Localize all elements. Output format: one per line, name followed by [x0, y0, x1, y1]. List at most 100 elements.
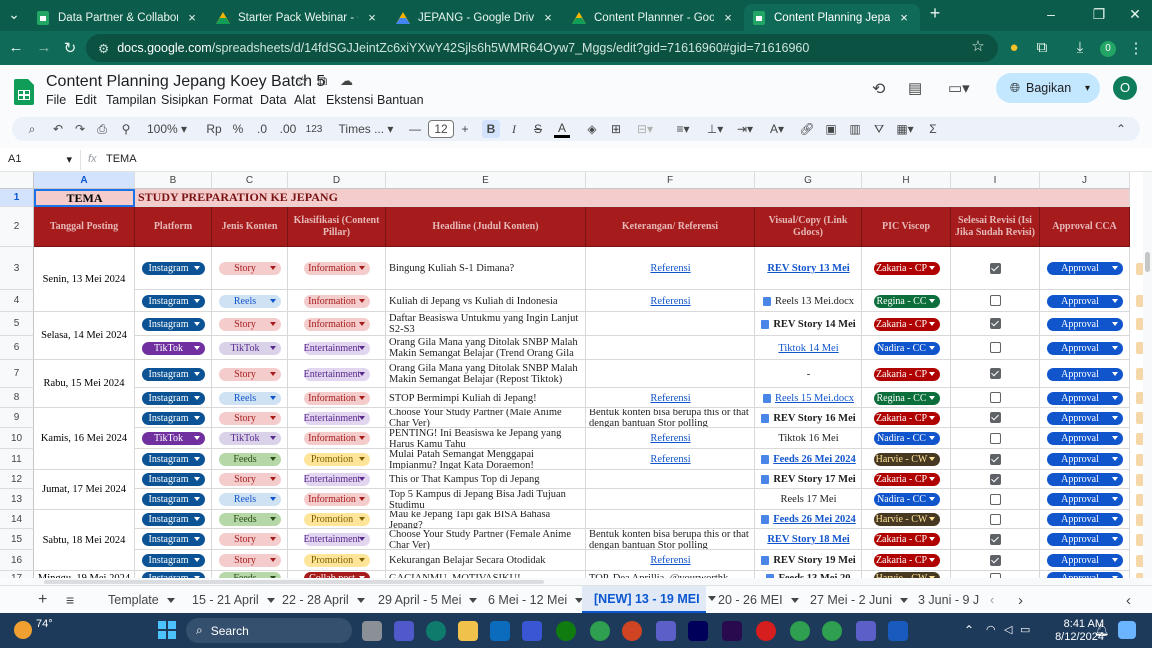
- reference-cell[interactable]: [589, 361, 752, 387]
- search-menus-icon[interactable]: ⌕: [24, 120, 40, 138]
- menu-view[interactable]: Tampilan: [106, 93, 156, 107]
- content-type-chip[interactable]: Story: [219, 262, 281, 275]
- more-vert-icon[interactable]: ⋮: [1126, 39, 1146, 57]
- bold-button[interactable]: B: [482, 120, 500, 138]
- explore-icon[interactable]: ‹: [1126, 586, 1131, 614]
- increase-decimal-button[interactable]: .00: [276, 120, 300, 138]
- platform-chip[interactable]: Instagram: [142, 453, 205, 466]
- windows-start-icon[interactable]: [158, 621, 176, 639]
- platform-chip[interactable]: Instagram: [142, 554, 205, 567]
- filter-views-icon[interactable]: ▦▾: [892, 120, 918, 138]
- revision-checkbox[interactable]: [989, 432, 1001, 444]
- visual-copy-cell[interactable]: Feeds 26 Mei 2024: [757, 510, 860, 529]
- after-effects-icon[interactable]: [688, 621, 708, 641]
- row-header[interactable]: 4: [0, 290, 34, 312]
- strikethrough-button[interactable]: S: [530, 120, 546, 138]
- file-explorer-icon[interactable]: [458, 621, 478, 641]
- sheet-tab-active[interactable]: [NEW] 13 - 19 MEI: [582, 586, 716, 614]
- text-wrap-icon[interactable]: ⇥▾: [732, 120, 758, 138]
- menu-format[interactable]: Format: [213, 93, 253, 107]
- row-header[interactable]: 1: [0, 189, 34, 207]
- revision-checkbox[interactable]: [989, 318, 1001, 329]
- approval-chip[interactable]: Approval: [1047, 493, 1123, 506]
- powerpoint-icon[interactable]: [622, 621, 642, 641]
- row-header[interactable]: 7: [0, 360, 34, 388]
- share-button[interactable]: 🌐︎ Bagikan ▾: [996, 73, 1100, 103]
- vertical-scrollbar[interactable]: [1143, 172, 1152, 578]
- row-header[interactable]: 14: [0, 510, 34, 529]
- pic-chip[interactable]: Zakaria - CP: [873, 367, 940, 381]
- font-size-increase-button[interactable]: +: [458, 120, 472, 138]
- task-view-icon[interactable]: [362, 621, 382, 641]
- row-header[interactable]: 2: [0, 207, 34, 247]
- approval-chip[interactable]: Approval: [1047, 341, 1123, 355]
- meet-icon[interactable]: ▭▾: [948, 79, 970, 97]
- visual-copy-cell[interactable]: Reels 13 Mei.docx: [757, 290, 860, 312]
- visual-copy-cell[interactable]: REV Story 16 Mei: [757, 408, 860, 428]
- approval-chip[interactable]: Approval: [1047, 317, 1123, 331]
- bookmark-star-icon[interactable]: ☆: [968, 37, 988, 55]
- revision-checkbox[interactable]: [989, 554, 1001, 566]
- headline-cell[interactable]: This or That Kampus Top di Jepang: [389, 471, 583, 488]
- approval-chip[interactable]: Approval: [1047, 262, 1123, 275]
- next-column-chip[interactable]: [1136, 533, 1143, 546]
- approval-chip[interactable]: Approval: [1047, 391, 1123, 405]
- next-column-chip[interactable]: [1136, 318, 1143, 330]
- headline-cell[interactable]: Daftar Beasiswa Untukmu yang Ingin Lanju…: [389, 313, 583, 335]
- content-type-chip[interactable]: Story: [219, 554, 281, 567]
- visual-copy-cell[interactable]: REV Story 13 Mei: [757, 247, 860, 290]
- teams-app-icon[interactable]: [656, 621, 676, 641]
- scrollbar-thumb[interactable]: [44, 580, 544, 584]
- revision-checkbox[interactable]: [989, 493, 1001, 505]
- approval-chip[interactable]: Approval: [1047, 432, 1123, 445]
- content-type-chip[interactable]: Story: [219, 367, 281, 381]
- revision-checkbox[interactable]: [989, 453, 1001, 465]
- row-header[interactable]: 3: [0, 247, 34, 290]
- approval-chip[interactable]: Approval: [1047, 513, 1123, 526]
- copilot-icon[interactable]: [1118, 621, 1136, 639]
- reference-cell[interactable]: Referensi: [589, 551, 752, 570]
- pic-chip[interactable]: Zakaria - CP: [873, 554, 940, 567]
- tab-search-icon[interactable]: ⌄: [0, 6, 28, 23]
- reference-cell[interactable]: Referensi: [589, 450, 752, 469]
- select-all-corner[interactable]: [0, 172, 34, 189]
- browser-tab[interactable]: JEPANG - Google Drive ×: [388, 4, 564, 31]
- revision-checkbox[interactable]: [989, 392, 1001, 403]
- menu-edit[interactable]: Edit: [75, 93, 97, 107]
- collapse-menus-icon[interactable]: ⌃: [1112, 120, 1130, 138]
- menu-help[interactable]: Bantuan: [377, 93, 424, 107]
- content-pillar-chip[interactable]: Information: [304, 294, 370, 308]
- visual-copy-cell[interactable]: Tiktok 16 Mei: [757, 428, 860, 449]
- word-icon[interactable]: [888, 621, 908, 641]
- platform-chip[interactable]: Instagram: [142, 533, 205, 546]
- forward-icon[interactable]: →: [34, 39, 54, 56]
- date-cell[interactable]: Rabu, 15 Mei 2024: [34, 360, 135, 408]
- wifi-icon[interactable]: ◠: [986, 623, 996, 636]
- row-header[interactable]: 12: [0, 470, 34, 489]
- reference-cell[interactable]: Referensi: [589, 389, 752, 407]
- cloud-status-icon[interactable]: ☁: [340, 73, 353, 89]
- column-header[interactable]: F: [586, 172, 755, 189]
- address-bar[interactable]: ⚙ docs.google.com/spreadsheets/d/14fdSGJ…: [86, 34, 998, 62]
- text-rotation-icon[interactable]: A▾: [764, 120, 790, 138]
- insert-link-icon[interactable]: 🔗︎: [798, 120, 816, 138]
- next-column-chip[interactable]: [1136, 493, 1143, 506]
- reload-icon[interactable]: ↻: [60, 39, 80, 57]
- pic-chip[interactable]: Zakaria - CP: [873, 411, 940, 425]
- platform-chip[interactable]: Instagram: [142, 367, 205, 381]
- platform-chip[interactable]: Instagram: [142, 294, 205, 308]
- star-icon[interactable]: ☆: [296, 73, 309, 90]
- content-type-chip[interactable]: Reels: [219, 493, 281, 506]
- cell-theme-value[interactable]: STUDY PREPARATION KE JEPANG: [135, 189, 1130, 207]
- version-history-icon[interactable]: ⟲: [872, 79, 885, 99]
- platform-chip[interactable]: TikTok: [142, 341, 205, 355]
- comments-icon[interactable]: ▤: [908, 79, 922, 97]
- volume-icon[interactable]: ◁: [1004, 623, 1012, 636]
- teams-icon[interactable]: [394, 621, 414, 641]
- column-header[interactable]: A: [34, 172, 135, 189]
- sheet-tab[interactable]: 29 April - 5 Mei: [366, 586, 478, 614]
- next-column-chip[interactable]: [1136, 412, 1143, 424]
- column-header[interactable]: D: [288, 172, 386, 189]
- extensions-icon[interactable]: ⧉: [1032, 39, 1052, 56]
- column-header[interactable]: E: [386, 172, 586, 189]
